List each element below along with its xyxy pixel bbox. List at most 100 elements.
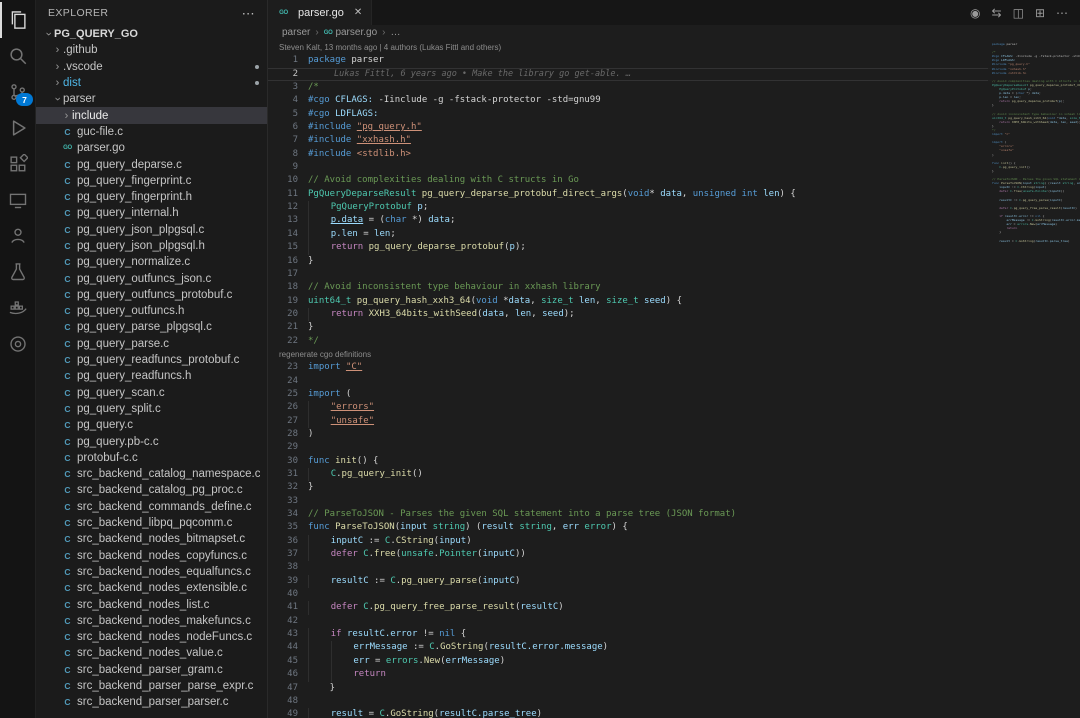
file-item-src_backend_parser_parse_expr.c[interactable]: Csrc_backend_parser_parse_expr.c [36, 678, 267, 694]
folder-item-parser[interactable]: ›parser [36, 91, 267, 107]
code-line-18[interactable]: 18// Avoid inconsistent type behaviour i… [268, 281, 992, 294]
line-number[interactable]: 17 [268, 268, 298, 281]
line-number[interactable]: 37 [268, 548, 298, 561]
file-item-pg_query_internal.h[interactable]: Cpg_query_internal.h [36, 205, 267, 221]
code-line-16[interactable]: 16} [268, 255, 992, 268]
code-line-47[interactable]: 47 } [268, 682, 992, 695]
code-line-7[interactable]: 7#include "xxhash.h" [268, 134, 992, 147]
file-item-src_backend_catalog_pg_proc.c[interactable]: Csrc_backend_catalog_pg_proc.c [36, 482, 267, 498]
code-line-15[interactable]: 15 return pg_query_deparse_protobuf(p); [268, 241, 992, 254]
activity-docker[interactable] [0, 290, 35, 326]
line-number[interactable]: 49 [268, 708, 298, 718]
code-line-20[interactable]: 20 return XXH3_64bits_withSeed(data, len… [268, 308, 992, 321]
file-item-parser.go[interactable]: GOparser.go [36, 140, 267, 156]
line-number[interactable]: 39 [268, 575, 298, 588]
code-line-9[interactable]: 9 [268, 161, 992, 174]
file-item-pg_query_normalize.c[interactable]: Cpg_query_normalize.c [36, 254, 267, 270]
line-number[interactable]: 24 [268, 375, 298, 388]
line-number[interactable]: 3 [268, 81, 298, 94]
line-number[interactable]: 20 [268, 308, 298, 321]
codelens-link[interactable]: regenerate cgo definitions [268, 348, 992, 361]
file-item-pg_query_outfuncs.h[interactable]: Cpg_query_outfuncs.h [36, 303, 267, 319]
file-item-pg_query_scan.c[interactable]: Cpg_query_scan.c [36, 385, 267, 401]
line-number[interactable]: 32 [268, 481, 298, 494]
folder-item-dist[interactable]: ›dist [36, 75, 267, 91]
breadcrumb-item[interactable]: GOparser.go [324, 27, 377, 38]
line-number[interactable]: 25 [268, 388, 298, 401]
activity-explorer[interactable] [0, 2, 35, 38]
code-line-45[interactable]: 45 err = errors.New(errMessage) [268, 655, 992, 668]
code-line-17[interactable]: 17 [268, 268, 992, 281]
code-line-6[interactable]: 6#include "pg_query.h" [268, 121, 992, 134]
tab-parser-go[interactable]: GO parser.go ✕ [268, 0, 372, 25]
line-number[interactable]: 47 [268, 682, 298, 695]
line-number[interactable]: 2 [268, 68, 298, 81]
line-number[interactable]: 27 [268, 415, 298, 428]
line-number[interactable]: 34 [268, 508, 298, 521]
activity-search[interactable] [0, 38, 35, 74]
line-number[interactable]: 8 [268, 148, 298, 161]
line-number[interactable]: 14 [268, 228, 298, 241]
file-item-pg_query.pb-c.c[interactable]: Cpg_query.pb-c.c [36, 433, 267, 449]
code-line-5[interactable]: 5#cgo LDFLAGS: [268, 108, 992, 121]
file-item-src_backend_libpq_pqcomm.c[interactable]: Csrc_backend_libpq_pqcomm.c [36, 515, 267, 531]
file-item-pg_query_split.c[interactable]: Cpg_query_split.c [36, 401, 267, 417]
code-line-4[interactable]: 4#cgo CFLAGS: -Iinclude -g -fstack-prote… [268, 94, 992, 107]
activity-scm[interactable]: 7 [0, 74, 35, 110]
file-item-src_backend_nodes_bitmapset.c[interactable]: Csrc_backend_nodes_bitmapset.c [36, 531, 267, 547]
code-line-42[interactable]: 42 [268, 615, 992, 628]
line-number[interactable]: 43 [268, 628, 298, 641]
line-number[interactable]: 22 [268, 335, 298, 348]
code-area[interactable]: Steven Kalt, 13 months ago | 4 authors (… [268, 40, 992, 718]
folder-item-.github[interactable]: ›.github [36, 42, 267, 58]
gitlens-icon[interactable]: ◉ [970, 7, 980, 19]
minimap[interactable]: package parser/*#cgo CFLAGS: -Iinclude -… [988, 40, 1080, 718]
file-item-pg_query_outfuncs_protobuf.c[interactable]: Cpg_query_outfuncs_protobuf.c [36, 287, 267, 303]
line-number[interactable]: 33 [268, 495, 298, 508]
line-number[interactable]: 5 [268, 108, 298, 121]
code-line-8[interactable]: 8#include <stdlib.h> [268, 148, 992, 161]
code-line-14[interactable]: 14 p.len = len; [268, 228, 992, 241]
line-number[interactable]: 7 [268, 134, 298, 147]
code-line-43[interactable]: 43 if resultC.error != nil { [268, 628, 992, 641]
code-line-40[interactable]: 40 [268, 588, 992, 601]
activity-liveshare[interactable] [0, 218, 35, 254]
code-line-29[interactable]: 29 [268, 441, 992, 454]
line-number[interactable]: 41 [268, 601, 298, 614]
file-item-pg_query_readfuncs.h[interactable]: Cpg_query_readfuncs.h [36, 368, 267, 384]
code-line-44[interactable]: 44 errMessage := C.GoString(resultC.erro… [268, 641, 992, 654]
line-number[interactable]: 19 [268, 295, 298, 308]
line-number[interactable]: 9 [268, 161, 298, 174]
code-line-23[interactable]: 23import "C" [268, 361, 992, 374]
open-changes-icon[interactable]: ⇆ [992, 7, 1002, 19]
code-line-36[interactable]: 36 inputC := C.CString(input) [268, 535, 992, 548]
file-item-src_backend_parser_parser.c[interactable]: Csrc_backend_parser_parser.c [36, 694, 267, 710]
activity-remote[interactable] [0, 182, 35, 218]
line-number[interactable]: 15 [268, 241, 298, 254]
file-item-pg_query_deparse.c[interactable]: Cpg_query_deparse.c [36, 156, 267, 172]
file-item-src_backend_nodes_list.c[interactable]: Csrc_backend_nodes_list.c [36, 596, 267, 612]
file-item-src_backend_nodes_copyfuncs.c[interactable]: Csrc_backend_nodes_copyfuncs.c [36, 548, 267, 564]
line-number[interactable]: 12 [268, 201, 298, 214]
code-line-48[interactable]: 48 [268, 695, 992, 708]
code-line-13[interactable]: 13 p.data = (char *) data; [268, 214, 992, 227]
line-number[interactable]: 42 [268, 615, 298, 628]
code-line-24[interactable]: 24 [268, 375, 992, 388]
activity-ext[interactable] [0, 146, 35, 182]
line-number[interactable]: 36 [268, 535, 298, 548]
file-item-src_backend_nodes_equalfuncs.c[interactable]: Csrc_backend_nodes_equalfuncs.c [36, 564, 267, 580]
file-item-pg_query_parse.c[interactable]: Cpg_query_parse.c [36, 336, 267, 352]
file-item-src_backend_parser_gram.c[interactable]: Csrc_backend_parser_gram.c [36, 662, 267, 678]
code-line-10[interactable]: 10// Avoid complexities dealing with C s… [268, 174, 992, 187]
line-number[interactable]: 13 [268, 214, 298, 227]
code-line-38[interactable]: 38 [268, 561, 992, 574]
sidebar-header[interactable]: EXPLORER ⋯ [36, 0, 267, 26]
more-actions-icon[interactable]: ⋯ [242, 7, 255, 20]
file-item-pg_query.c[interactable]: Cpg_query.c [36, 417, 267, 433]
folder-item-PG_QUERY_GO[interactable]: ›PG_QUERY_GO [36, 26, 267, 42]
code-line-21[interactable]: 21} [268, 321, 992, 334]
code-line-27[interactable]: 27 "unsafe" [268, 415, 992, 428]
code-line-22[interactable]: 22*/ [268, 335, 992, 348]
folder-item-include[interactable]: ›include [36, 107, 267, 123]
line-number[interactable]: 48 [268, 695, 298, 708]
